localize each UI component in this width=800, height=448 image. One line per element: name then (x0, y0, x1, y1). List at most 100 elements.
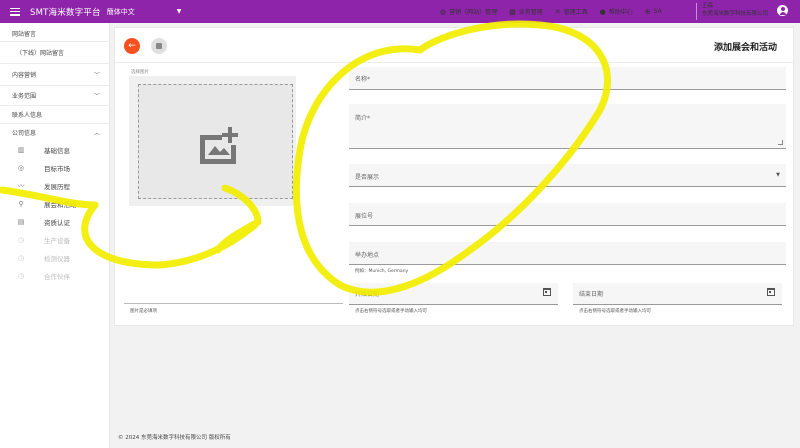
language-label: 簡体中文 (106, 7, 135, 16)
sidebar-section-label: 内容营销 (12, 71, 37, 79)
show-select[interactable]: 是否展示 ▼ (349, 164, 786, 187)
start-date-field[interactable]: 开始日期 (349, 283, 558, 305)
start-date-label: 开始日期 (355, 291, 380, 298)
sidebar-item-label: 发展历程 (44, 183, 70, 191)
divider (0, 123, 110, 124)
intro-field-label: 简介* (355, 115, 371, 122)
back-button[interactable]: ← (124, 38, 140, 54)
sidebar: 网站留言 （下线）网站留言 内容营销 ﹀ 业务范围 ﹀ 联系人信息 公司信息 ︿ ▥ 基… (0, 23, 110, 448)
globe-icon: ◍ (440, 7, 447, 16)
page-title: 添加展会和活动 (713, 43, 777, 53)
image-hint-divider (124, 303, 343, 304)
sidebar-section-business[interactable]: 业务范围 ﹀ (0, 89, 110, 101)
language-select[interactable]: 簡体中文 ▼ (107, 7, 182, 17)
target-icon: ◎ (17, 164, 25, 172)
chevron-up-icon: ︿ (93, 129, 100, 137)
sidebar-item-label: 资质认证 (44, 219, 70, 227)
calendar-icon[interactable] (767, 288, 775, 296)
sidebar-section-content[interactable]: 内容营销 ﹀ (0, 68, 110, 80)
location-icon: ⚲ (18, 200, 24, 208)
save-button[interactable] (151, 38, 167, 54)
sidebar-item-label: 检测仪器 (44, 255, 70, 263)
venue-field-label: 举办地点 (355, 252, 380, 259)
history-icon: ◷ (17, 236, 25, 244)
sidebar-item-history[interactable]: 〰 发展历程 (16, 181, 71, 191)
nav-language[interactable]: ⊕ SA (645, 8, 662, 16)
top-app-bar: SMT海米数字平台 簡体中文 ▼ (0, 0, 800, 23)
tools-icon: ✕ (554, 7, 561, 16)
sidebar-section-label: 联系人信息 (12, 111, 43, 119)
building-icon: ▥ (17, 146, 25, 154)
add-photo-icon (200, 127, 238, 164)
caret-down-icon: ▼ (176, 8, 182, 15)
nav-tools-label: 管理工具 (563, 9, 588, 16)
sidebar-item-partners[interactable]: ◷ 合作伙伴 (16, 271, 70, 281)
user-info[interactable]: 王森 东莞海米数字科技有限公司 (702, 2, 768, 18)
nav-marketing-label: 营销（网站）管理 (449, 9, 498, 16)
sidebar-item-label: 展会和活动 (44, 201, 77, 209)
sidebar-item-equipment[interactable]: ◷ 生产设备 (16, 235, 70, 245)
certificate-icon: ▤ (17, 218, 25, 226)
sidebar-section-contacts[interactable]: 联系人信息 (0, 108, 110, 120)
calendar-icon[interactable] (543, 288, 551, 296)
form-card: ← 添加展会和活动 选择图片 图片是必填项 名称* 简介* 是否展示 ▼ 展位号 … (114, 27, 795, 326)
name-field[interactable]: 名称* (349, 67, 786, 90)
sidebar-item-exhibitions[interactable]: ⚲ 展会和活动 (16, 199, 77, 209)
header-divider (115, 62, 795, 63)
end-date-hint: 点击右侧符号选取或者手动输入均可 (579, 309, 651, 314)
nav-business-label: 业务管理 (518, 9, 543, 16)
resize-handle-icon[interactable] (778, 140, 783, 145)
trend-icon: 〰 (17, 182, 25, 190)
nav-help-label: 帮助中心 (608, 9, 633, 16)
end-date-field[interactable]: 结束日期 (573, 283, 782, 305)
divider (0, 63, 110, 64)
chevron-down-icon: ﹀ (93, 92, 100, 100)
nav-help[interactable]: ● 帮助中心 (600, 7, 633, 17)
history-icon: ◷ (17, 254, 25, 262)
nav-business[interactable]: ▦ 业务管理 (509, 7, 543, 17)
booth-field-label: 展位号 (355, 213, 374, 220)
sidebar-section-label: 网站留言 (12, 30, 37, 38)
save-icon (156, 43, 162, 49)
sidebar-section-label: 公司信息 (12, 129, 37, 137)
translate-icon: ⊕ (644, 7, 651, 16)
divider (0, 85, 110, 86)
sidebar-item-label: 目标市场 (44, 165, 70, 173)
menu-icon[interactable] (10, 7, 20, 16)
divider (0, 105, 110, 106)
sidebar-item-label: 生产设备 (44, 237, 70, 245)
chevron-down-icon: ﹀ (93, 71, 100, 79)
nav-language-label: SA (653, 8, 662, 15)
account-icon[interactable] (777, 5, 788, 16)
sidebar-item-label: 合作伙伴 (44, 273, 70, 281)
business-icon: ▦ (509, 7, 516, 16)
show-select-label: 是否展示 (355, 174, 380, 181)
image-panel (129, 76, 296, 206)
divider (0, 41, 110, 42)
sidebar-section-label: 业务范围 (12, 92, 37, 100)
nav-tools[interactable]: ✕ 管理工具 (554, 7, 588, 17)
caret-down-icon: ▼ (776, 172, 780, 178)
intro-textarea[interactable]: 简介* (349, 104, 786, 149)
nav-marketing[interactable]: ◍ 营销（网站）管理 (440, 7, 498, 17)
venue-field[interactable]: 举办地点 (349, 242, 786, 265)
sidebar-item-label: （下线）网站留言 (16, 49, 65, 57)
sidebar-item-offline-messages[interactable]: （下线）网站留言 (0, 46, 110, 58)
footer-copyright: © 2024 东莞海米数字科技有限公司 版权所有 (118, 435, 231, 441)
sidebar-item-basic-info[interactable]: ▥ 基础信息 (16, 145, 70, 155)
sidebar-item-instruments[interactable]: ◷ 检测仪器 (16, 253, 70, 263)
image-upload-dropzone[interactable] (138, 84, 293, 199)
user-divider (696, 3, 697, 20)
history-icon: ◷ (17, 272, 25, 280)
sidebar-item-target-market[interactable]: ◎ 目标市场 (16, 163, 70, 173)
sidebar-item-certifications[interactable]: ▤ 资质认证 (16, 217, 70, 227)
image-required-hint: 图片是必填项 (130, 309, 157, 314)
sidebar-section-company[interactable]: 公司信息 ︿ (0, 126, 110, 138)
sidebar-section-messages[interactable]: 网站留言 (0, 27, 110, 39)
user-name: 王森 (702, 3, 714, 9)
name-field-label: 名称* (355, 76, 371, 83)
sidebar-item-label: 基础信息 (44, 147, 70, 155)
booth-field[interactable]: 展位号 (349, 203, 786, 226)
end-date-label: 结束日期 (579, 291, 604, 298)
brand-title[interactable]: SMT海米数字平台 (30, 6, 101, 18)
